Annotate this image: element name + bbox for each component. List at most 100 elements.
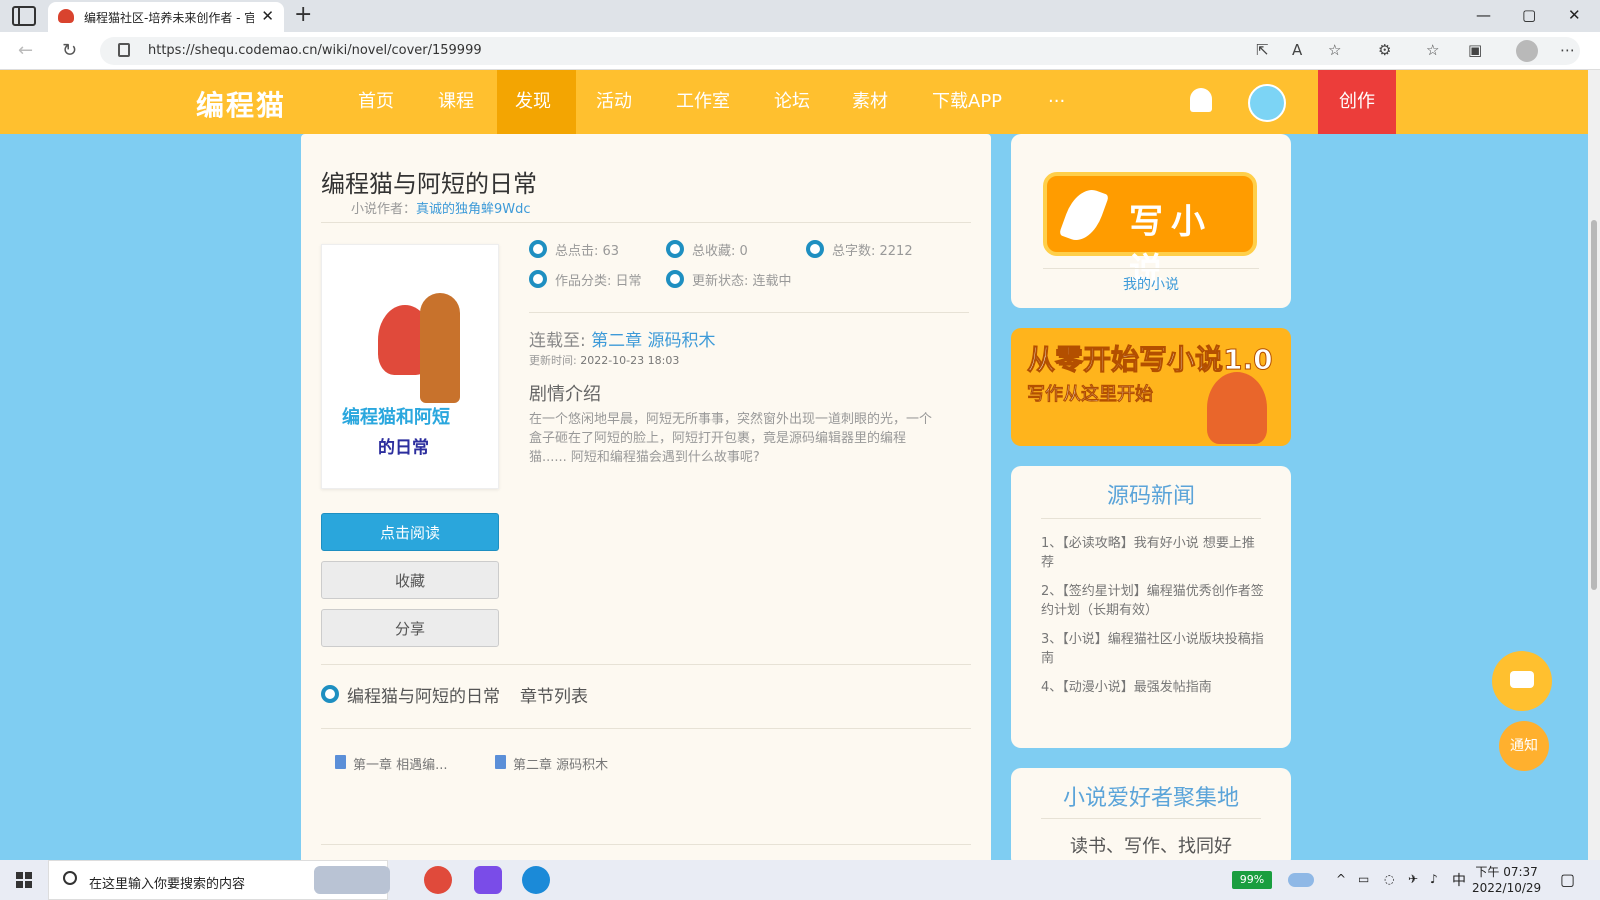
author-link[interactable]: 真诚的独角蛑9Wdc [416, 202, 531, 217]
reload-button[interactable]: ↻ [62, 40, 77, 61]
serial-label: 连载至: [529, 331, 592, 351]
update-label: 更新时间: [529, 354, 581, 367]
create-button[interactable]: 创作 [1318, 70, 1396, 134]
url-field[interactable]: https://shequ.codemao.cn/wiki/novel/cove… [100, 37, 1580, 65]
volume-icon[interactable]: ♪ [1430, 872, 1438, 886]
address-bar-row: ← ↻ https://shequ.codemao.cn/wiki/novel/… [0, 32, 1600, 70]
news-item-4[interactable]: 4、【动漫小说】最强发帖指南 [1041, 678, 1265, 697]
latest-chapter-link[interactable]: 第二章 源码积木 [591, 331, 715, 351]
stat-word-count: 总字数: 2212 [806, 240, 913, 259]
notification-center-icon[interactable]: ▢ [1560, 870, 1575, 889]
more-menu-icon[interactable]: ⋯ [1560, 41, 1575, 59]
windows-taskbar: 在这里输入你要搜索的内容 99% ^ ▭ ◌ ✈ ♪ 中 下午 07:37 20… [0, 860, 1600, 900]
system-tray-chevron-icon[interactable]: ^ [1336, 872, 1346, 886]
site-header: 编程猫 首页 课程 发现 活动 工作室 论坛 素材 下载APP ··· 创作 [0, 70, 1600, 134]
chapter-heading-sub: 章节列表 [520, 687, 588, 707]
collections-icon[interactable]: ▣ [1468, 41, 1482, 59]
codemao-favicon-icon [58, 9, 74, 23]
sidebar-toggle-icon[interactable] [12, 6, 36, 26]
cover-title-line2: 的日常 [378, 438, 429, 458]
lock-icon [118, 43, 130, 57]
ime-indicator[interactable]: 中 [1452, 870, 1466, 890]
novel-cover-card: 编程猫与阿短的日常 小说作者：真诚的独角蛑9Wdc 编程猫和阿短 的日常 总点击… [301, 134, 991, 864]
weather-icon[interactable] [1288, 873, 1314, 887]
favorites-icon[interactable]: ☆ [1426, 41, 1439, 59]
novel-cover-image: 编程猫和阿短 的日常 [321, 244, 499, 489]
news-item-2[interactable]: 2、【签约星计划】编程猫优秀创作者签约计划（长期有效） [1041, 582, 1265, 620]
update-time-value: 2022-10-23 18:03 [580, 354, 680, 367]
my-novel-link[interactable]: 我的小说 [1011, 274, 1291, 294]
nav-materials[interactable]: 素材 [834, 70, 906, 134]
chapter-list-heading: 编程猫与阿短的日常 章节列表 [321, 682, 588, 707]
chapter-heading-title: 编程猫与阿短的日常 [347, 687, 500, 707]
chapter-link-2[interactable]: 第二章 源码积木 [495, 754, 608, 773]
divider [1041, 818, 1261, 819]
battery-indicator[interactable]: 99% [1232, 871, 1272, 889]
read-aloud-icon[interactable]: A [1292, 41, 1302, 59]
nav-download-app[interactable]: 下载APP [914, 70, 1020, 134]
divider [321, 844, 971, 845]
stat-update-status: 更新状态: 连载中 [666, 270, 792, 289]
close-window-button[interactable]: ✕ [1568, 6, 1581, 24]
plot-heading: 剧情介绍 [529, 384, 601, 405]
news-item-1[interactable]: 1、【必读攻略】我有好小说 想要上推荐 [1041, 534, 1265, 572]
favorite-button[interactable]: 收藏 [321, 561, 499, 599]
user-avatar[interactable] [1248, 84, 1286, 122]
search-icon [63, 871, 77, 885]
fans-card: 小说爱好者聚集地 读书、写作、找同好 [1011, 768, 1291, 868]
taskbar-search-placeholder: 在这里输入你要搜索的内容 [89, 877, 246, 892]
taskbar-clock[interactable]: 下午 07:37 2022/10/29 [1472, 864, 1541, 896]
notice-button[interactable]: 通知 [1499, 721, 1549, 771]
nav-more[interactable]: ··· [1030, 70, 1083, 134]
network-icon[interactable]: ▭ [1358, 872, 1369, 886]
news-item-3[interactable]: 3、【小说】编程猫社区小说版块投稿指南 [1041, 630, 1265, 668]
nav-forum[interactable]: 论坛 [756, 70, 828, 134]
novel-title: 编程猫与阿短的日常 [321, 170, 537, 198]
back-button[interactable]: ← [18, 40, 33, 61]
open-in-app-icon[interactable]: ⇱ [1256, 41, 1269, 59]
maximize-button[interactable]: ▢ [1522, 6, 1536, 24]
notification-bell-icon[interactable] [1190, 88, 1212, 112]
nav-activities[interactable]: 活动 [578, 70, 650, 134]
stat-category: 作品分类: 日常 [529, 270, 642, 289]
write-novel-button[interactable]: 写小说 [1043, 172, 1257, 291]
wifi-icon[interactable]: ◌ [1384, 872, 1394, 886]
extensions-icon[interactable]: ⚙ [1378, 41, 1391, 59]
stat-total-clicks: 总点击: 63 [529, 240, 619, 259]
browser-tab[interactable]: 编程猫社区-培养未来创作者 - 官 ✕ [48, 2, 284, 32]
news-card: 源码新闻 1、【必读攻略】我有好小说 想要上推荐 2、【签约星计划】编程猫优秀创… [1011, 466, 1291, 748]
url-text: https://shequ.codemao.cn/wiki/novel/cove… [148, 43, 482, 58]
favorite-star-icon[interactable]: ☆ [1328, 41, 1341, 59]
chapter-link-1[interactable]: 第一章 相遇编... [335, 754, 448, 773]
serial-progress: 连载至: 第二章 源码积木 [529, 326, 716, 351]
nav-studio[interactable]: 工作室 [658, 70, 748, 134]
tab-close-icon[interactable]: ✕ [261, 7, 274, 25]
novel-author-line: 小说作者：真诚的独角蛑9Wdc [351, 198, 531, 217]
site-logo[interactable]: 编程猫 [196, 84, 286, 124]
airplane-icon[interactable]: ✈ [1408, 872, 1418, 886]
nav-courses[interactable]: 课程 [420, 70, 492, 134]
cover-title-line1: 编程猫和阿短 [342, 407, 450, 428]
nav-home[interactable]: 首页 [340, 70, 412, 134]
author-label: 小说作者： [351, 202, 417, 217]
nav-discover[interactable]: 发现 [497, 70, 576, 134]
boy-character-illustration [420, 293, 460, 403]
writer-app-icon[interactable] [474, 866, 502, 894]
windows-start-icon[interactable] [16, 872, 32, 888]
tutorial-banner[interactable]: 从零开始写小说1.0 写作从这里开始 [1011, 328, 1291, 446]
codemao-app-icon[interactable] [424, 866, 452, 894]
page-scrollbar[interactable] [1588, 70, 1600, 860]
minimize-button[interactable]: — [1476, 6, 1491, 24]
update-time: 更新时间: 2022-10-23 18:03 [529, 352, 679, 368]
chat-button[interactable] [1492, 651, 1552, 711]
divider [321, 728, 971, 729]
taskbar-widget-icon[interactable] [314, 866, 390, 894]
share-button[interactable]: 分享 [321, 609, 499, 647]
edge-browser-icon[interactable] [522, 866, 550, 894]
read-button[interactable]: 点击阅读 [321, 513, 499, 551]
new-tab-button[interactable]: + [294, 2, 312, 27]
tab-title: 编程猫社区-培养未来创作者 - 官 [84, 11, 254, 25]
profile-avatar[interactable] [1516, 40, 1538, 62]
news-title: 源码新闻 [1106, 484, 1195, 509]
scrollbar-thumb[interactable] [1591, 220, 1597, 590]
